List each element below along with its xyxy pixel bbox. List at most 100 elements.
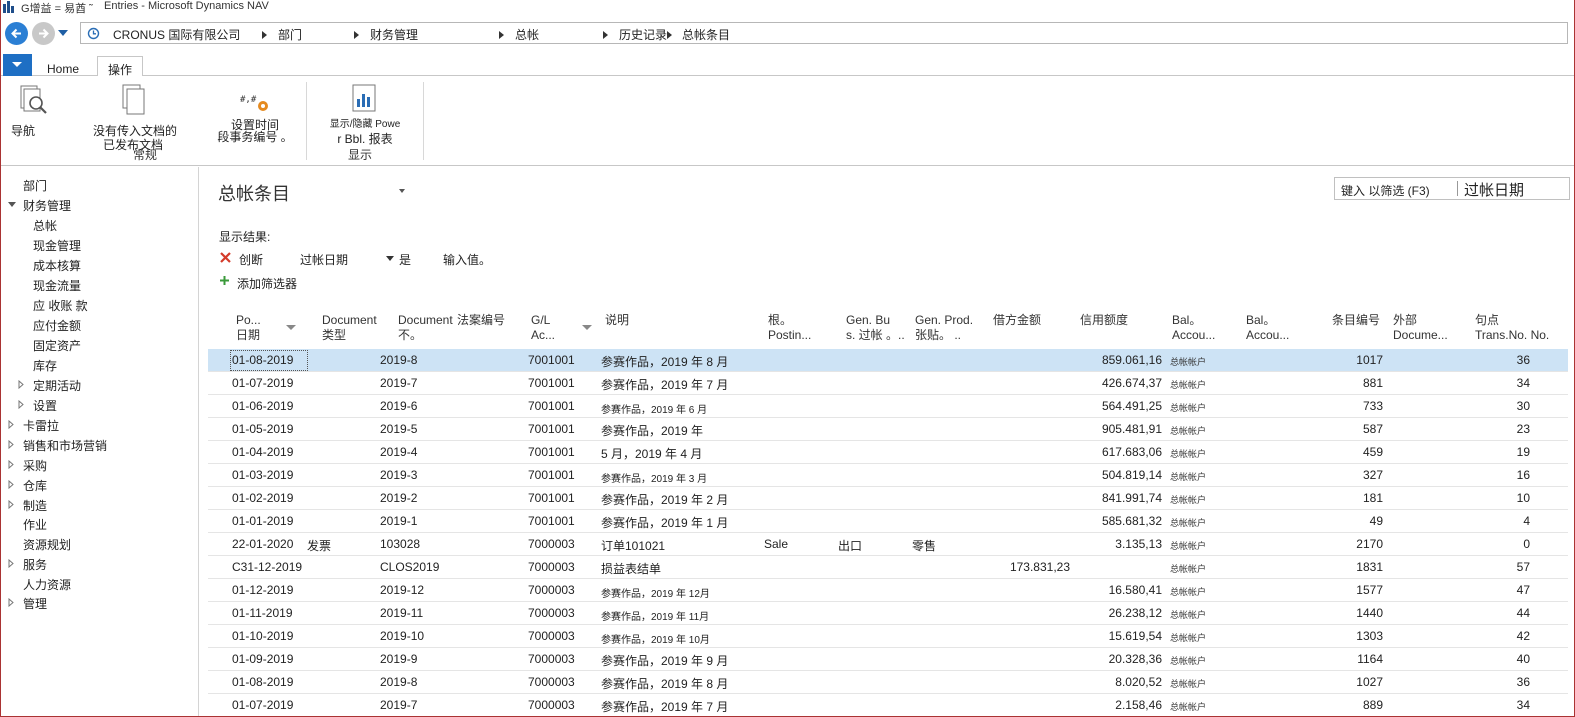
column-header[interactable]: Bal。 Accou... <box>1246 313 1289 343</box>
column-header[interactable]: Document 不。 <box>398 313 453 343</box>
sidebar-item[interactable]: 卡雷拉 <box>23 417 59 434</box>
table-row[interactable]: 01-10-2019 2019-10 7000003 参赛作品，2019 年 10月 总… <box>208 625 1568 648</box>
sidebar-item[interactable]: 设置 <box>33 397 57 414</box>
sidebar-item[interactable]: 部门 <box>23 177 47 194</box>
sidebar-item[interactable]: 现金流量 <box>33 277 81 294</box>
table-row[interactable]: 22-01-2020 发票 103028 7000003 订单101021 Sale 出口 零… <box>208 533 1568 556</box>
collapse-arrow-icon[interactable] <box>18 380 25 389</box>
sidebar-item[interactable]: 定期活动 <box>33 377 81 394</box>
column-header[interactable]: Gen. Prod. 张贴。 .. <box>915 313 973 343</box>
forward-button[interactable] <box>32 22 55 45</box>
tab-actions[interactable]: 操作 <box>97 56 144 77</box>
table-row[interactable]: 01-02-2019 2019-2 7001001 参赛作品，2019 年 2 月 总帐… <box>208 487 1568 510</box>
chevron-right-icon[interactable] <box>354 31 359 39</box>
collapse-arrow-icon[interactable] <box>8 559 15 568</box>
sidebar-item[interactable]: 总帐 <box>33 217 57 234</box>
breadcrumb-financial-management[interactable]: 财务管理 <box>370 26 418 43</box>
column-header[interactable]: 信用额度 <box>1080 313 1128 328</box>
table-row[interactable]: 01-12-2019 2019-12 7000003 参赛作品，2019 年 12月 总… <box>208 579 1568 602</box>
table-row[interactable]: 01-08-2019 2019-8 7000003 参赛作品，2019 年 8 月 总帐… <box>208 671 1568 694</box>
back-button[interactable] <box>5 22 28 45</box>
breadcrumb-history[interactable]: 历史记录 <box>619 26 667 43</box>
sidebar-item[interactable]: 库存 <box>33 357 57 374</box>
expand-arrow-icon[interactable] <box>8 202 16 207</box>
sidebar-item[interactable]: 人力资源 <box>23 576 71 593</box>
chevron-down-icon[interactable] <box>386 256 394 261</box>
history-icon[interactable] <box>87 27 100 40</box>
chevron-right-icon[interactable] <box>262 31 267 39</box>
chevron-right-icon[interactable] <box>499 31 504 39</box>
sidebar-item[interactable]: 服务 <box>23 556 47 573</box>
remove-filter-icon[interactable] <box>219 251 232 264</box>
navigation-pane: 部门财务管理总帐现金管理成本核算现金流量应 收账 款应付金额固定资产库存定期活动… <box>1 167 199 716</box>
search-filter-box[interactable]: 键入 以筛选 (F3) 过帐日期 <box>1334 177 1570 200</box>
search-filter-field[interactable]: 过帐日期 <box>1464 179 1524 200</box>
table-row[interactable]: 01-11-2019 2019-11 7000003 参赛作品，2019 年 11月 总… <box>208 602 1568 625</box>
cell-bal-account-type: 总帐帐户 <box>1170 472 1207 482</box>
search-filter-placeholder[interactable]: 键入 以筛选 (F3) <box>1341 182 1430 199</box>
sidebar-item[interactable]: 制造 <box>23 497 47 514</box>
docs-without-incoming-button[interactable]: 没有传入文档的 已发布文档 <box>89 84 181 152</box>
cell-document-no: 2019-1 <box>380 514 418 528</box>
sidebar-item[interactable]: 应 收账 款 <box>33 297 88 314</box>
sidebar-item[interactable]: 采购 <box>23 457 47 474</box>
table-row[interactable]: 01-09-2019 2019-9 7000003 参赛作品，2019 年 9 月 总帐… <box>208 648 1568 671</box>
chevron-right-icon[interactable] <box>667 31 672 39</box>
table-row[interactable]: C31-12-2019 CLOS2019 7000003 损益表结单 总帐帐户 173.8… <box>208 556 1568 579</box>
sidebar-item[interactable]: 现金管理 <box>33 237 81 254</box>
sort-indicator-icon[interactable] <box>582 325 592 330</box>
breadcrumb-company[interactable]: CRONUS 国际有限公司 <box>113 26 240 43</box>
filter-value-input[interactable]: 输入值。 <box>443 251 491 268</box>
column-header[interactable]: G/L Ac... <box>531 313 555 343</box>
collapse-arrow-icon[interactable] <box>8 500 15 509</box>
sidebar-item[interactable]: 作业 <box>23 516 47 533</box>
breadcrumb-gl-entries[interactable]: 总帐条目 <box>682 26 730 43</box>
sidebar-item[interactable]: 应付金额 <box>33 317 81 334</box>
sidebar-item[interactable]: 仓库 <box>23 477 47 494</box>
table-row[interactable]: 01-05-2019 2019-5 7001001 参赛作品，2019 年 总帐帐户 90… <box>208 418 1568 441</box>
page-menu-dropdown-icon[interactable] <box>399 189 405 193</box>
set-time-transaction-button[interactable]: #,# 设置时间 段事务编号 。 <box>215 90 295 146</box>
toggle-powerbi-button[interactable]: 显示/隐藏 Powe r Bbl. 报表 <box>325 84 405 146</box>
table-row[interactable]: 01-01-2019 2019-1 7001001 参赛作品，2019 年 1 月 总帐… <box>208 510 1568 533</box>
column-header[interactable]: Po... 日期 <box>236 313 261 343</box>
table-row[interactable]: 01-04-2019 2019-4 7001001 5 月，2019 年 4 月 总帐帐… <box>208 441 1568 464</box>
sidebar-item[interactable]: 成本核算 <box>33 257 81 274</box>
column-header[interactable]: Gen. Bu s. 过帐 。.. <box>846 313 905 343</box>
table-row[interactable]: 01-03-2019 2019-3 7001001 参赛作品，2019 年 3 月 总帐… <box>208 464 1568 487</box>
column-header[interactable]: Document 类型 <box>322 313 377 343</box>
table-row[interactable]: 01-08-2019 2019-8 7001001 参赛作品，2019 年 8 月 总帐… <box>208 349 1568 372</box>
column-header[interactable]: 说明 <box>605 313 629 328</box>
sort-indicator-icon[interactable] <box>286 325 296 330</box>
table-row[interactable]: 01-07-2019 2019-7 7001001 参赛作品，2019 年 7 月 总帐… <box>208 372 1568 395</box>
collapse-arrow-icon[interactable] <box>8 480 15 489</box>
collapse-arrow-icon[interactable] <box>8 460 15 469</box>
column-header[interactable]: 外部 Docume... <box>1393 313 1448 343</box>
breadcrumb-departments[interactable]: 部门 <box>278 26 302 43</box>
collapse-arrow-icon[interactable] <box>8 420 15 429</box>
column-header[interactable]: 根。 Postin... <box>768 313 811 343</box>
breadcrumb-general-ledger[interactable]: 总帐 <box>515 26 539 43</box>
history-dropdown-icon[interactable] <box>58 30 68 36</box>
sidebar-item[interactable]: 资源规划 <box>23 536 71 553</box>
collapse-arrow-icon[interactable] <box>8 440 15 449</box>
column-header[interactable]: 借方金额 <box>993 313 1041 328</box>
table-row[interactable]: 01-07-2019 2019-7 7000003 参赛作品，2019 年 7 月 总帐… <box>208 694 1568 716</box>
quick-access-toolbar[interactable]: G增益 = 易酋 ˜ <box>21 0 93 16</box>
column-header[interactable]: 条目编号 <box>1332 313 1380 328</box>
breadcrumb[interactable]: CRONUS 国际有限公司 部门 财务管理 总帐 历史记录 总帐条目 <box>80 22 1568 44</box>
navigate-button[interactable]: 导航 <box>5 84 49 144</box>
sidebar-item[interactable]: 管理 <box>23 595 47 612</box>
chevron-right-icon[interactable] <box>603 31 608 39</box>
column-header[interactable]: 法案编号 <box>457 313 505 328</box>
column-header[interactable]: 句点 Trans.No. No. <box>1475 313 1549 343</box>
sidebar-item[interactable]: 销售和市场营销 <box>23 437 107 454</box>
collapse-arrow-icon[interactable] <box>18 400 25 409</box>
table-row[interactable]: 01-06-2019 2019-6 7001001 参赛作品，2019 年 6 月 总帐… <box>208 395 1568 418</box>
sidebar-item[interactable]: 固定资产 <box>33 337 81 354</box>
column-header[interactable]: Bal。 Accou... <box>1172 313 1215 343</box>
file-menu-button[interactable] <box>3 54 32 76</box>
collapse-arrow-icon[interactable] <box>8 598 15 607</box>
filter-field-select[interactable]: 过帐日期 <box>300 251 348 268</box>
sidebar-item[interactable]: 财务管理 <box>23 197 71 214</box>
